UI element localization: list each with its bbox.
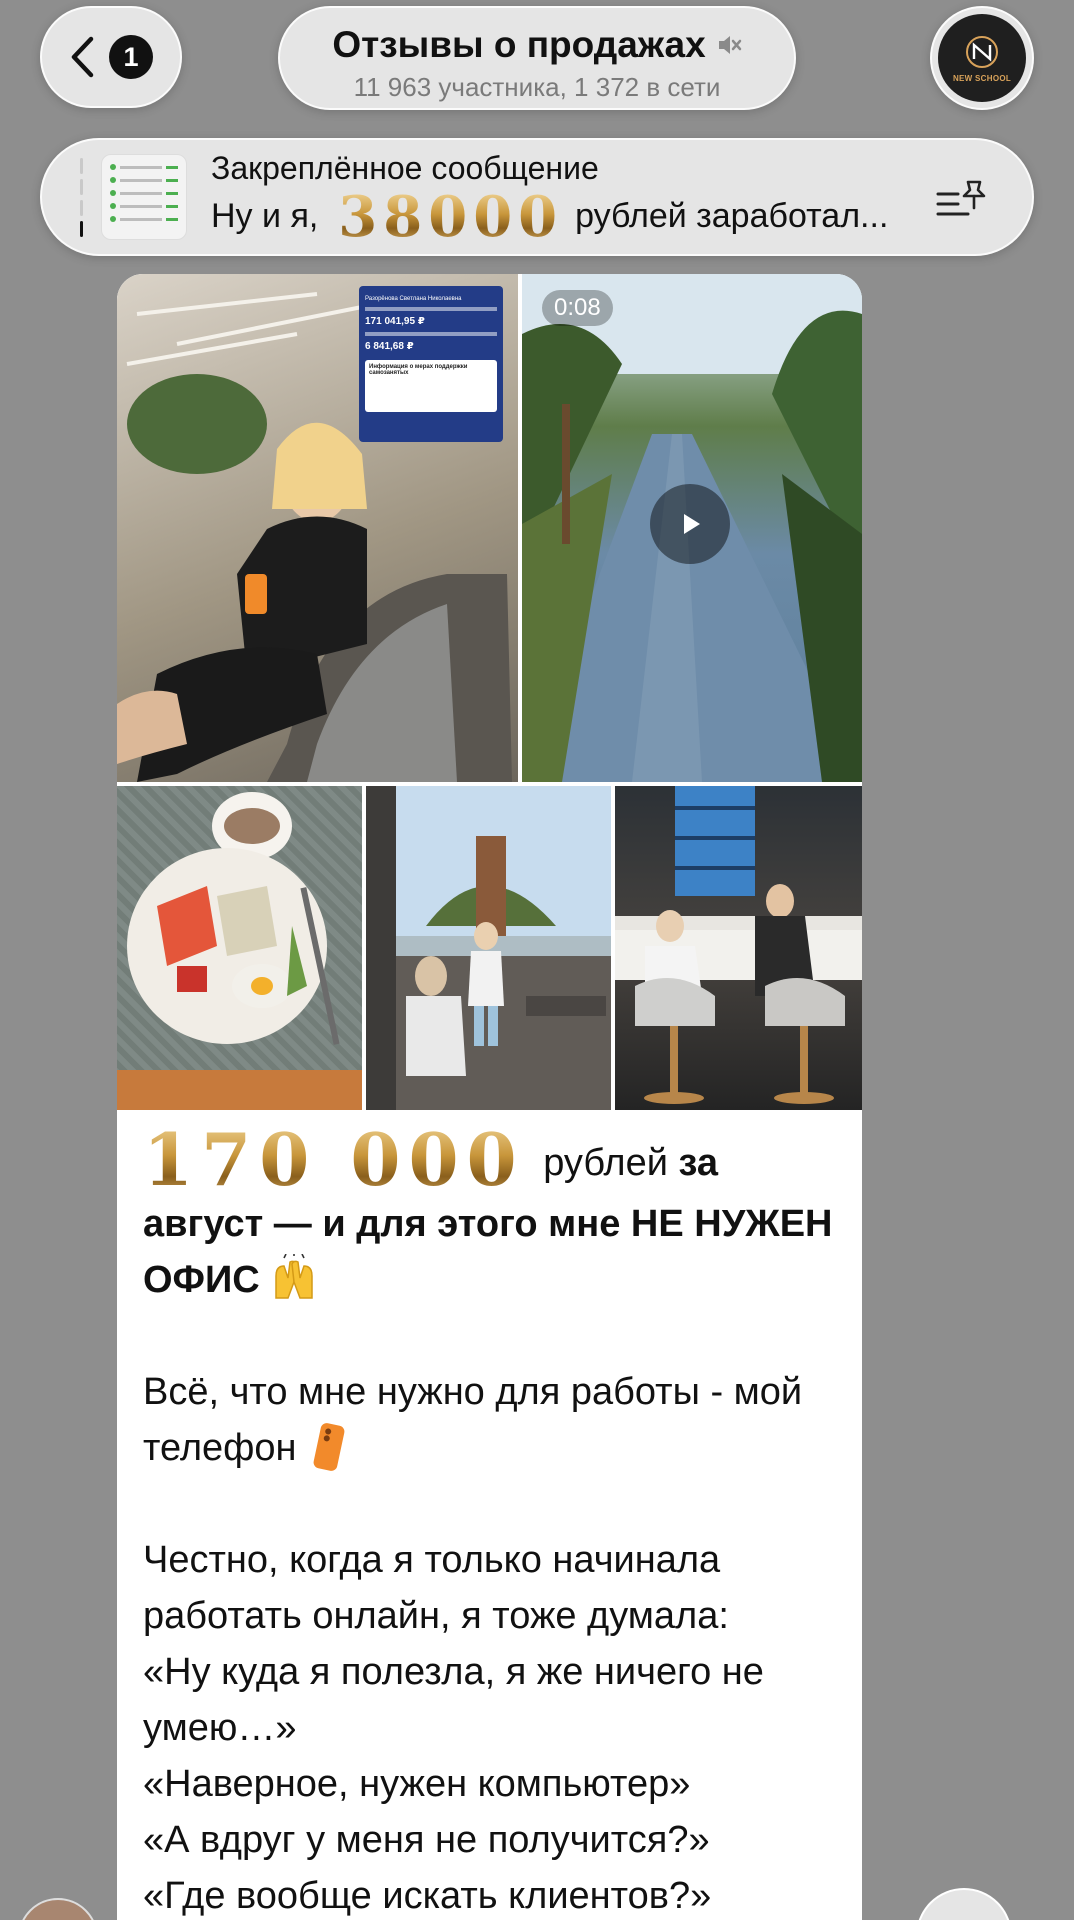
- play-icon: [684, 514, 700, 534]
- video-alley[interactable]: 0:08: [522, 274, 862, 782]
- message-paragraph-2: Честно, когда я только начинала работать…: [143, 1532, 836, 1920]
- pinned-indicator: [80, 157, 83, 237]
- scroll-down-button[interactable]: [916, 1888, 1012, 1920]
- photo-breakfast[interactable]: [117, 786, 362, 1110]
- pinned-prefix: Ну и я,: [211, 197, 319, 235]
- headline-amount: 170 000: [143, 1117, 525, 1202]
- para2-line: «Наверное, нужен компьютер»: [143, 1763, 691, 1805]
- muted-speaker-icon: [718, 36, 741, 54]
- payment-screenshot: Разорёнова Светлана Николаевна 171 041,9…: [359, 286, 503, 442]
- media-album: Разорёнова Светлана Николаевна 171 041,9…: [117, 274, 862, 1110]
- photo-kids-window-art: [366, 786, 611, 1110]
- card-info: Информация о мерах поддержки самозанятых: [369, 364, 468, 376]
- chat-title: Отзывы о продажах: [332, 24, 706, 65]
- unread-badge: 1: [109, 35, 153, 79]
- pinned-list-icon[interactable]: [934, 176, 988, 222]
- photo-kids-bar[interactable]: [615, 786, 862, 1110]
- back-button[interactable]: 1: [40, 6, 182, 108]
- para2-line: «Где вообще искать клиентов?»: [143, 1875, 712, 1917]
- photo-kids-bar-art: [615, 786, 862, 1104]
- avatar: NEW SCHOOL: [938, 14, 1026, 102]
- message-bubble: Разорёнова Светлана Николаевна 171 041,9…: [117, 274, 862, 1920]
- chat-screen: 1 Отзывы о продажах 11 963 участника, 1 …: [0, 0, 1074, 1920]
- sender-avatar[interactable]: [18, 1898, 98, 1920]
- chat-subtitle: 11 963 участника, 1 372 в сети: [353, 72, 721, 102]
- message-headline: 170 000 рублей за август — и для этого м…: [143, 1124, 836, 1308]
- chat-header[interactable]: Отзывы о продажах 11 963 участника, 1 37…: [278, 6, 796, 110]
- photo-kids-window[interactable]: [366, 786, 611, 1110]
- pinned-suffix: рублей заработал...: [575, 197, 889, 235]
- para2-line: «Ну куда я полезла, я же ничего не умею……: [143, 1651, 764, 1749]
- chevron-left-icon: [71, 36, 94, 78]
- mobile-phone-emoji: [313, 1423, 345, 1471]
- pinned-message-bar[interactable]: Закреплённое сообщение Ну и я, 38000 руб…: [40, 138, 1034, 256]
- message-paragraph-1: Всё, что мне нужно для работы - мой теле…: [143, 1364, 836, 1476]
- headline-normal: рублей: [543, 1142, 668, 1184]
- channel-avatar[interactable]: NEW SCHOOL: [930, 6, 1034, 110]
- photo-woman-lounge[interactable]: Разорёнова Светлана Николаевна 171 041,9…: [117, 274, 518, 782]
- pinned-thumbnail: [101, 154, 187, 240]
- raising-hands-emoji: [275, 1254, 314, 1299]
- video-duration: 0:08: [542, 290, 613, 326]
- play-button[interactable]: [650, 484, 730, 564]
- new-school-logo: [966, 36, 998, 68]
- card-name: Разорёнова Светлана Николаевна: [365, 296, 462, 302]
- pinned-label: Закреплённое сообщение: [211, 149, 599, 186]
- card-amount-1: 171 041,95 ₽: [365, 316, 425, 327]
- card-amount-2: 6 841,68 ₽: [365, 341, 414, 352]
- para2-line: «А вдруг у меня не получится?»: [143, 1819, 710, 1861]
- photo-breakfast-art: [117, 792, 362, 1110]
- para2-line: Честно, когда я только начинала работать…: [143, 1539, 729, 1637]
- message-text: 170 000 рублей за август — и для этого м…: [117, 1110, 862, 1920]
- avatar-brand-text: NEW SCHOOL: [952, 74, 1012, 83]
- pinned-amount: 38000: [338, 183, 564, 250]
- para1-text: Всё, что мне нужно для работы - мой теле…: [143, 1371, 803, 1469]
